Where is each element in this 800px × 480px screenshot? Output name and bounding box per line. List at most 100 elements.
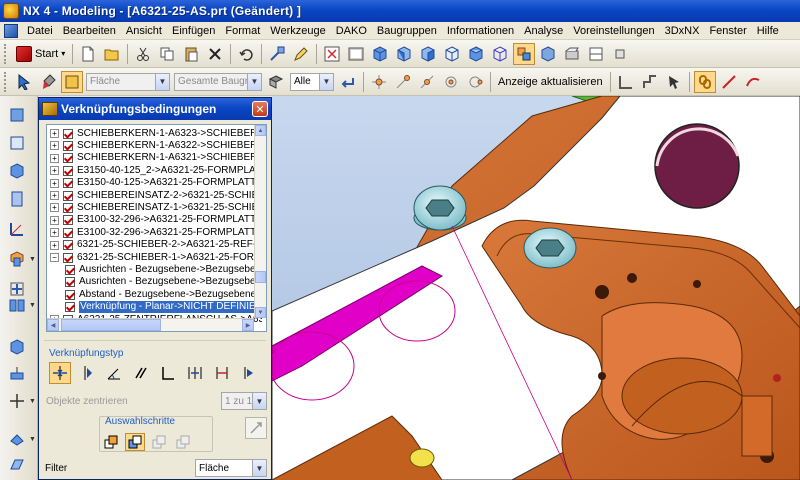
transform-button[interactable]	[266, 43, 288, 65]
checkbox-checked-icon[interactable]	[65, 289, 75, 300]
menu-voreinstellungen[interactable]: Voreinstellungen	[568, 25, 659, 37]
link-mode-button[interactable]	[693, 70, 716, 93]
tree-vertical-scrollbar[interactable]: ▲ ▼	[254, 125, 266, 318]
new-file-button[interactable]	[77, 43, 99, 65]
scope-filter-combo[interactable]: Gesamte Baugru ▼	[174, 72, 262, 91]
tree-row[interactable]: + E3150-40-125->A6321-25-FORMPLATTE-AS	[50, 177, 262, 190]
selection-scope-combo[interactable]: Alle ▼	[290, 72, 334, 91]
3d-model-view[interactable]	[272, 96, 800, 480]
expand-icon[interactable]: +	[50, 215, 59, 225]
checkbox-checked-icon[interactable]	[63, 252, 73, 263]
expand-icon[interactable]: +	[50, 203, 59, 213]
refresh-display-button[interactable]: Anzeige aktualisieren	[494, 72, 607, 92]
constraint-button[interactable]	[6, 218, 28, 240]
display-mode-button[interactable]	[537, 43, 559, 65]
type-filter-combo[interactable]: Fläche ▼	[86, 72, 170, 91]
add-part-button[interactable]	[6, 188, 28, 210]
window-menu-icon[interactable]	[4, 23, 18, 38]
section-button[interactable]	[585, 43, 607, 65]
tree-row[interactable]: + SCHIEBERKERN-1-A6323->SCHIEBEREINSATZ-	[50, 127, 262, 140]
cut-button[interactable]	[132, 43, 154, 65]
checkbox-checked-icon[interactable]	[63, 165, 73, 176]
explode-view-button[interactable]	[6, 336, 28, 358]
wave-link-button[interactable]	[6, 428, 28, 450]
parallel-type-button[interactable]	[130, 362, 152, 384]
checkbox-checked-icon[interactable]	[63, 215, 73, 226]
step-second-to-button[interactable]	[173, 433, 193, 451]
component-button[interactable]	[6, 132, 28, 154]
checkbox-checked-icon[interactable]	[63, 153, 73, 164]
graphics-viewport[interactable]	[272, 96, 800, 480]
tree-row[interactable]: + E3150-40-125_2->A6321-25-FORMPLATTE-AS	[50, 164, 262, 177]
line-tool-button[interactable]	[718, 71, 740, 93]
menu-analyse[interactable]: Analyse	[519, 25, 568, 37]
assembly-nav-button[interactable]	[6, 104, 28, 126]
checkbox-checked-icon[interactable]	[65, 302, 75, 313]
checkbox-checked-icon[interactable]	[65, 264, 75, 275]
tree-row[interactable]: + E3100-32-296->A6321-25-FORMPLATTE-AS	[50, 214, 262, 227]
select-brush-button[interactable]	[37, 71, 59, 93]
menu-format[interactable]: Format	[220, 25, 265, 37]
menu-dako[interactable]: DAKO	[331, 25, 372, 37]
expand-icon[interactable]: +	[50, 166, 59, 176]
menu-werkzeuge[interactable]: Werkzeuge	[265, 25, 330, 37]
expand-icon[interactable]: +	[50, 178, 59, 188]
angle-type-button[interactable]	[103, 362, 125, 384]
perpendicular-type-button[interactable]	[157, 362, 179, 384]
menu-3dxnx[interactable]: 3DxNX	[660, 25, 705, 37]
tree-row[interactable]: + E3100-32-296->A6321-25-FORMPLATTE-AS	[50, 226, 262, 239]
view-trimetric-button[interactable]	[489, 43, 511, 65]
clipping-button[interactable]	[561, 43, 583, 65]
checkbox-checked-icon[interactable]	[63, 240, 73, 251]
sequence-button[interactable]	[6, 362, 28, 384]
expand-icon[interactable]: +	[50, 129, 59, 138]
toolbar-grip[interactable]	[4, 43, 8, 64]
sketch-profile-button[interactable]	[615, 71, 637, 93]
checkbox-checked-icon[interactable]	[63, 190, 73, 201]
toolbar-grip[interactable]	[4, 71, 8, 92]
menu-baugruppen[interactable]: Baugruppen	[372, 25, 442, 37]
cube-part-button[interactable]	[6, 160, 28, 182]
reverse-direction-button[interactable]	[245, 417, 267, 439]
scroll-thumb[interactable]	[61, 319, 161, 331]
distance-type-button[interactable]	[211, 362, 233, 384]
chevron-down-icon[interactable]: ▼	[29, 302, 36, 309]
expand-icon[interactable]: +	[50, 141, 59, 151]
snap-end-button[interactable]	[392, 71, 414, 93]
step-second-from-button[interactable]	[149, 433, 169, 451]
select-filter-button[interactable]	[61, 70, 83, 93]
surface-tool-button[interactable]	[6, 454, 28, 476]
copy-button[interactable]	[156, 43, 178, 65]
fit-view-button[interactable]	[321, 43, 343, 65]
tree-row[interactable]: + SCHIEBERKERN-1-A6321->SCHIEBEREINSATZ-	[50, 152, 262, 165]
spline-tool-button[interactable]	[742, 71, 764, 93]
dialog-close-button[interactable]: ✕	[252, 101, 268, 117]
checkbox-checked-icon[interactable]	[63, 202, 73, 213]
view-top-button[interactable]	[417, 43, 439, 65]
center-type-button[interactable]	[184, 362, 206, 384]
view-iso-button[interactable]	[465, 43, 487, 65]
tree-row[interactable]: +6321-25-SCHIEBER-2->A6321-25-REF-AS	[50, 239, 262, 252]
shaded-cube-button[interactable]	[369, 43, 391, 65]
center-objects-combo[interactable]: 1 zu 1 ▼	[221, 392, 267, 410]
dialog-title-bar[interactable]: Verknüpfungsbedingungen	[39, 98, 271, 120]
align-type-button[interactable]	[76, 362, 98, 384]
constraint-tree[interactable]: +A6321-25-ZENTRIERFLANSCH-AS->A6321-25Ve…	[46, 124, 267, 332]
scroll-down-icon[interactable]: ▼	[255, 307, 266, 318]
mate-type-button[interactable]	[49, 362, 71, 384]
snap-mid-button[interactable]	[416, 71, 438, 93]
open-folder-button[interactable]	[101, 43, 123, 65]
undo-button[interactable]	[235, 43, 257, 65]
tree-horizontal-scrollbar[interactable]: ◀ ▶	[47, 318, 254, 331]
checkbox-checked-icon[interactable]	[63, 140, 73, 151]
scroll-left-icon[interactable]: ◀	[47, 319, 59, 331]
expand-icon[interactable]: +	[50, 240, 59, 250]
menu-datei[interactable]: Datei	[22, 25, 58, 37]
menu-hilfe[interactable]: Hilfe	[752, 25, 784, 37]
reference-set-button[interactable]	[6, 294, 28, 316]
snap-point-button[interactable]	[368, 71, 390, 93]
extra-button[interactable]	[609, 43, 631, 65]
step-to-button[interactable]	[125, 433, 145, 451]
view-side-button[interactable]	[441, 43, 463, 65]
chevron-down-icon[interactable]: ▼	[29, 256, 36, 263]
